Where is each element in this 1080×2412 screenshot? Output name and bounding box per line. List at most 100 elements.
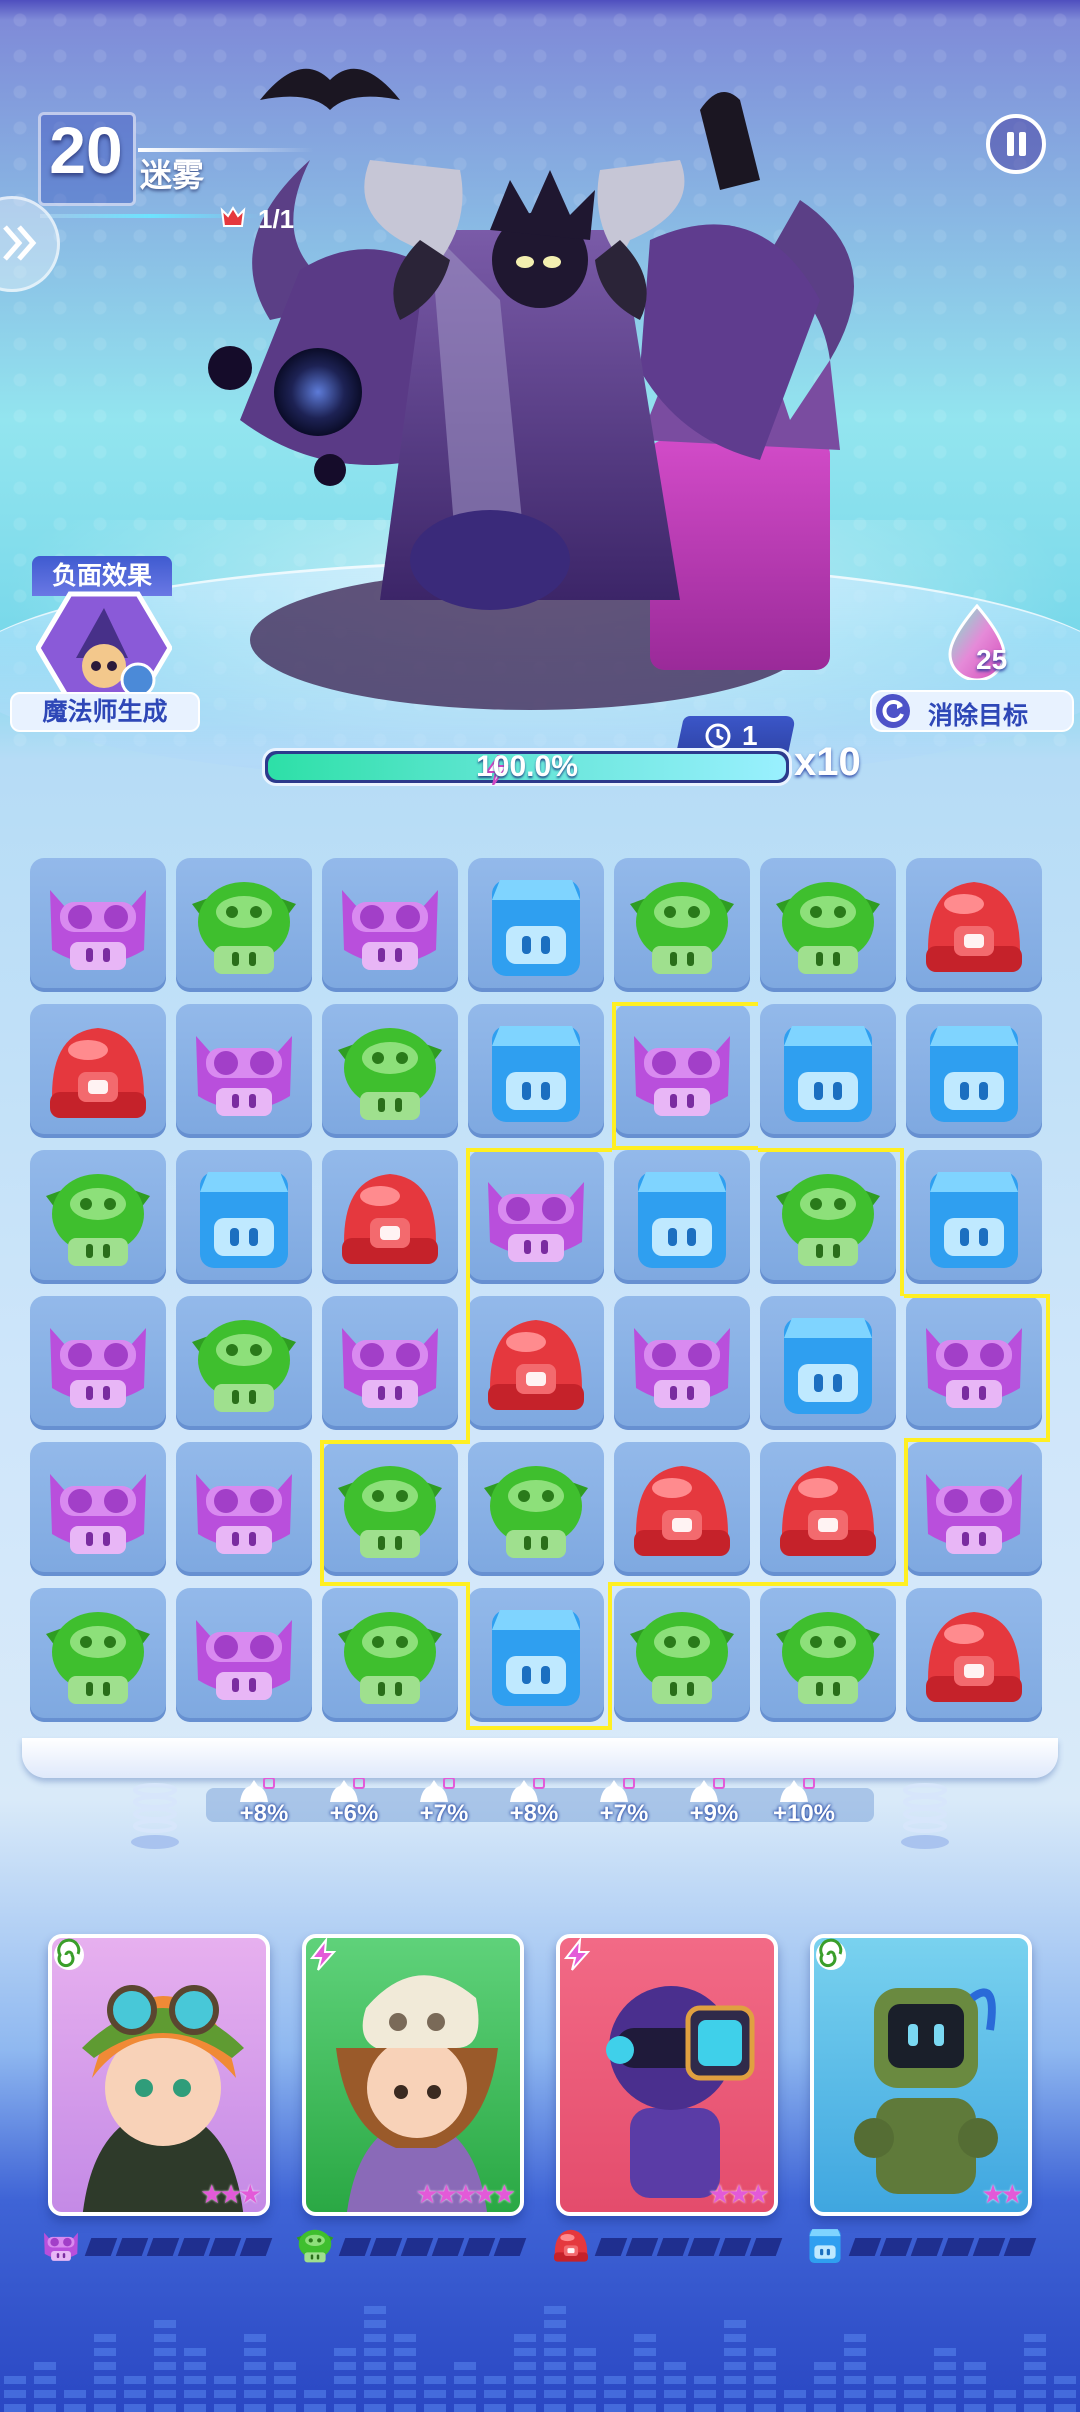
board-cell[interactable]	[906, 1588, 1042, 1722]
level-name: 迷雾	[140, 157, 205, 193]
purple-monster-piece-icon	[634, 1036, 730, 1116]
board-cell[interactable]	[614, 1004, 750, 1138]
pause-icon	[1007, 132, 1014, 156]
match-board	[30, 858, 1050, 1726]
blue-monster-piece-icon	[200, 1172, 288, 1268]
board-cell[interactable]	[176, 1004, 312, 1138]
green-monster-piece-icon	[46, 1612, 150, 1704]
purple-monster-piece-icon	[488, 1182, 584, 1262]
board-cell[interactable]	[30, 858, 166, 992]
bonus-percent: +7%	[599, 1800, 649, 1827]
board-cell[interactable]	[30, 1004, 166, 1138]
purple-monster-piece-icon	[50, 1474, 146, 1554]
goggles-girl-portrait	[82, 1985, 244, 2212]
green-monster-piece-icon	[630, 882, 734, 974]
board-cell[interactable]	[906, 1150, 1042, 1284]
board-cell[interactable]	[322, 1296, 458, 1430]
bonus-percent: +8%	[509, 1800, 559, 1827]
purple-monster-piece-icon	[342, 890, 438, 970]
board-cell[interactable]	[322, 1150, 458, 1284]
equalizer-background	[4, 2306, 1076, 2412]
hero-card-3[interactable]: ★★★	[556, 1934, 778, 2216]
energy-percent: 100.0%	[476, 750, 578, 783]
board-cell[interactable]	[906, 1296, 1042, 1430]
blue-monster-piece-icon	[930, 1172, 1018, 1268]
board-cell[interactable]	[760, 1442, 896, 1576]
bonus-percent: +6%	[329, 1800, 379, 1827]
blue-monster-piece-icon	[492, 1610, 580, 1706]
board-cell[interactable]	[322, 858, 458, 992]
board-cell[interactable]	[906, 1442, 1042, 1576]
robot-diver-portrait	[606, 1986, 755, 2198]
board-cell[interactable]	[614, 1588, 750, 1722]
pause-button[interactable]	[986, 114, 1046, 174]
board-cell[interactable]	[176, 1150, 312, 1284]
clear-target-label: 消除目标	[928, 702, 1029, 730]
board-cell[interactable]	[760, 858, 896, 992]
board-cell[interactable]	[176, 858, 312, 992]
board-cell[interactable]	[760, 1296, 896, 1430]
board-cell[interactable]	[176, 1588, 312, 1722]
board-cell[interactable]	[614, 1442, 750, 1576]
red-monster-piece-icon	[50, 1028, 146, 1118]
blue-monster-piece-icon	[784, 1026, 872, 1122]
hero-card-2[interactable]: ★★★★★	[302, 1934, 524, 2216]
skill-charge-bar	[594, 2238, 784, 2256]
bonus-percent: +8%	[239, 1800, 289, 1827]
wave-counter: 1/1	[258, 204, 295, 234]
wizard-debuff-icon[interactable]	[36, 588, 172, 708]
spring-left	[131, 1783, 179, 1849]
board-cell[interactable]	[322, 1004, 458, 1138]
blue-monster-piece-icon	[930, 1026, 1018, 1122]
purple-monster-piece-icon	[926, 1328, 1022, 1408]
purple-monster-piece-icon	[50, 1328, 146, 1408]
hero-stars: ★★	[981, 2179, 1024, 2209]
hero-card-4[interactable]: ★★	[810, 1934, 1032, 2216]
board-cell[interactable]	[760, 1150, 896, 1284]
spring-right	[901, 1783, 949, 1849]
board-cell[interactable]	[30, 1150, 166, 1284]
board-cell[interactable]	[614, 858, 750, 992]
board-cell[interactable]	[468, 1150, 604, 1284]
board-cell[interactable]	[906, 1004, 1042, 1138]
debuff-label: 魔法师生成	[10, 692, 200, 732]
board-cell[interactable]	[760, 1588, 896, 1722]
skill-charge-bar	[848, 2238, 1038, 2256]
board-cell[interactable]	[176, 1296, 312, 1430]
board-cell[interactable]	[468, 1442, 604, 1576]
board-cell[interactable]	[176, 1442, 312, 1576]
purple-monster-piece-icon	[196, 1474, 292, 1554]
board-cell[interactable]	[468, 1588, 604, 1722]
purple-monster-piece-icon	[634, 1328, 730, 1408]
board-tray	[22, 1738, 1058, 1778]
clear-target-button[interactable]: 消除目标	[870, 690, 1074, 732]
board-cell[interactable]	[614, 1296, 750, 1430]
double-chevron-right-icon	[3, 225, 37, 261]
green-monster-piece-icon	[338, 1612, 442, 1704]
level-number: 20	[49, 113, 123, 187]
board-cell[interactable]	[30, 1588, 166, 1722]
bonus-percent: +7%	[419, 1800, 469, 1827]
hero-card-1[interactable]: ★★★	[48, 1934, 270, 2216]
purple-monster-piece-icon	[196, 1620, 292, 1700]
combo-multiplier: x10	[794, 740, 861, 784]
board-cell[interactable]	[30, 1296, 166, 1430]
board-cell[interactable]	[906, 858, 1042, 992]
green-monster-piece-icon	[776, 1612, 880, 1704]
board-cell[interactable]	[468, 1004, 604, 1138]
hero-stars: ★★★	[200, 2179, 262, 2209]
blue-monster-piece-icon	[492, 880, 580, 976]
skill-charge-bar	[338, 2238, 528, 2256]
board-cell[interactable]	[322, 1588, 458, 1722]
board-cell[interactable]	[468, 1296, 604, 1430]
board-cell[interactable]	[322, 1442, 458, 1576]
board-cell[interactable]	[614, 1150, 750, 1284]
green-monster-piece-icon	[484, 1466, 588, 1558]
bonus-percent: +9%	[689, 1800, 739, 1827]
blue-monster-piece-icon	[784, 1318, 872, 1414]
board-cell[interactable]	[30, 1442, 166, 1576]
board-cell[interactable]	[760, 1004, 896, 1138]
board-cell[interactable]	[468, 858, 604, 992]
green-monster-piece-icon	[192, 882, 296, 974]
green-monster-piece-icon	[46, 1174, 150, 1266]
